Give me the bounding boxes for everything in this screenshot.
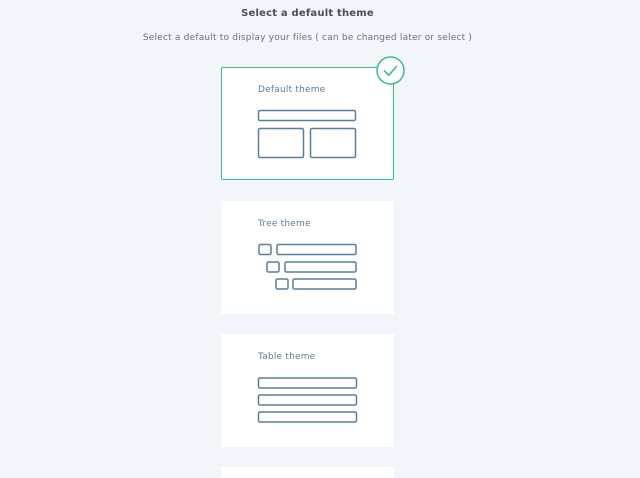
table-theme-preview-icon	[257, 377, 358, 423]
theme-selection-page: Select a default theme Select a default …	[0, 0, 640, 478]
theme-card-table[interactable]: Table theme	[221, 334, 394, 447]
tree-theme-preview-icon	[258, 243, 357, 290]
theme-card-tree[interactable]: Tree theme	[221, 201, 394, 314]
page-title: Select a default theme	[241, 8, 374, 19]
checkmark-icon	[376, 56, 405, 85]
page-subtitle: Select a default to display your files (…	[142, 33, 473, 43]
theme-card-next[interactable]	[221, 467, 394, 478]
default-theme-preview-icon	[257, 109, 357, 159]
theme-card-default[interactable]: Default theme	[221, 67, 394, 180]
